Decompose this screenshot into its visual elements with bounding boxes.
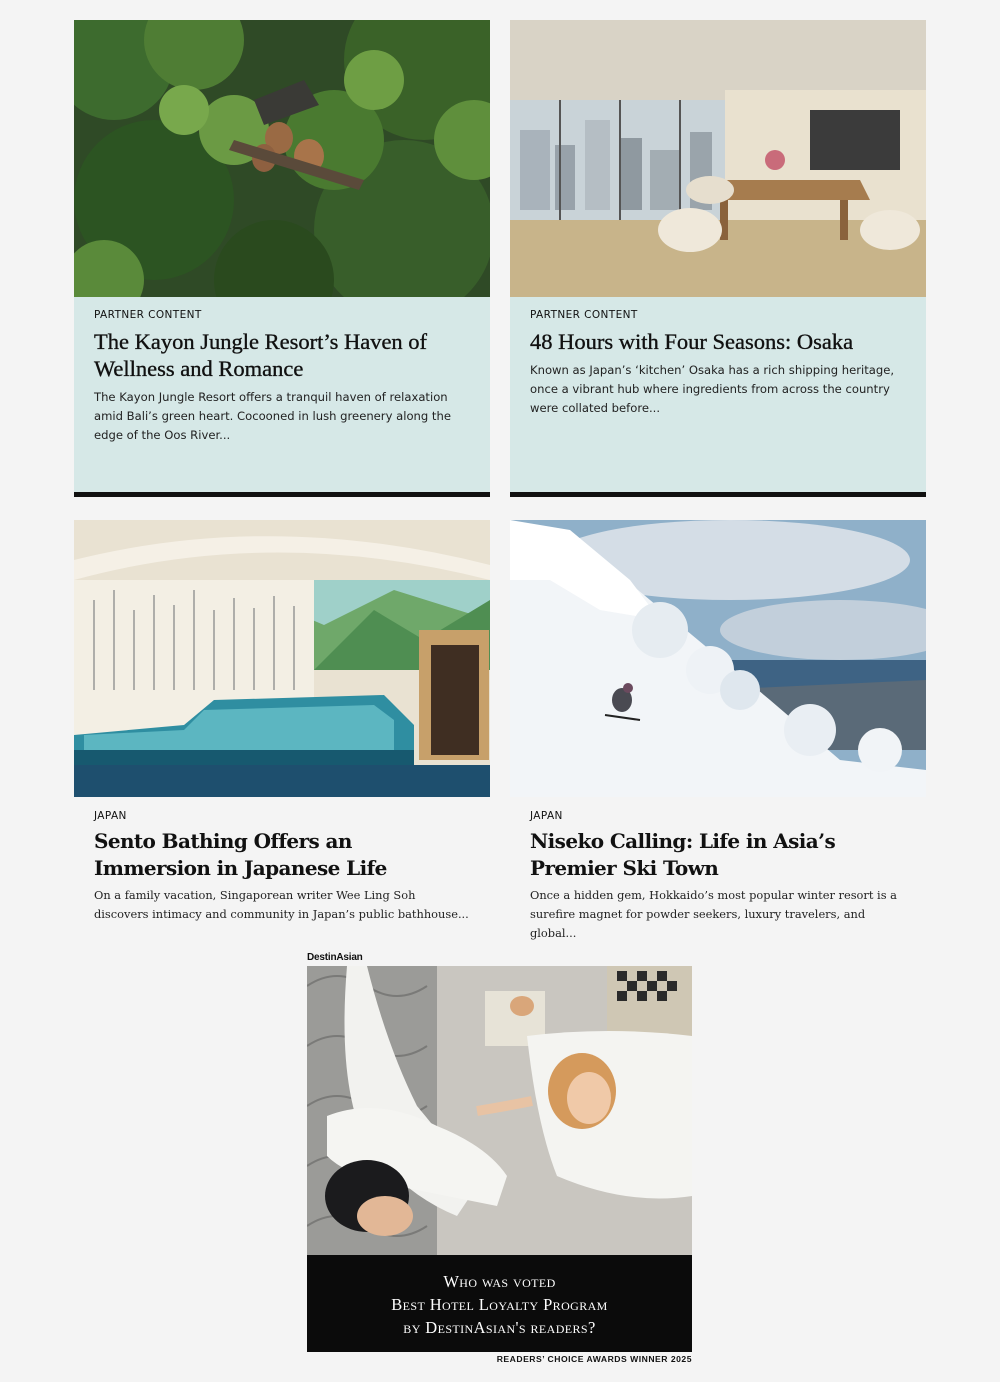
- ad-footer: READERS’ CHOICE AWARDS WINNER 2025: [496, 1354, 692, 1364]
- advertisement[interactable]: DestinAsian Who was voted Best Hotel Loy…: [307, 952, 692, 1364]
- article-image-jungle-resort[interactable]: [74, 20, 490, 297]
- ad-caption-line: Who was voted: [443, 1272, 556, 1291]
- article-image-hotel-room[interactable]: [510, 20, 926, 297]
- article-card-body: PARTNER CONTENT 48 Hours with Four Seaso…: [510, 297, 926, 497]
- article-card-kayon[interactable]: PARTNER CONTENT The Kayon Jungle Resort’…: [74, 20, 490, 497]
- article-kicker[interactable]: JAPAN: [530, 810, 906, 822]
- article-title[interactable]: 48 Hours with Four Seasons: Osaka: [530, 328, 906, 355]
- ad-caption-line: by DestinAsian's readers?: [403, 1318, 596, 1337]
- article-kicker[interactable]: JAPAN: [94, 810, 470, 822]
- article-kicker[interactable]: PARTNER CONTENT: [94, 309, 470, 321]
- article-title[interactable]: Niseko Calling: Life in Asia’s Premier S…: [530, 828, 906, 882]
- article-kicker[interactable]: PARTNER CONTENT: [530, 309, 906, 321]
- article-card-sento[interactable]: JAPAN Sento Bathing Offers an Immersion …: [74, 520, 490, 924]
- ad-caption[interactable]: Who was voted Best Hotel Loyalty Program…: [307, 1255, 692, 1352]
- article-card-body: JAPAN Niseko Calling: Life in Asia’s Pre…: [510, 797, 926, 943]
- article-description: On a family vacation, Singaporean writer…: [94, 888, 469, 921]
- article-image-skier[interactable]: [510, 520, 926, 797]
- ad-brand-logo: DestinAsian: [307, 952, 363, 963]
- article-card-body: PARTNER CONTENT The Kayon Jungle Resort’…: [74, 297, 490, 497]
- ad-image[interactable]: Who was voted Best Hotel Loyalty Program…: [307, 966, 692, 1352]
- article-description: Once a hidden gem, Hokkaido’s most popul…: [530, 888, 897, 940]
- article-image-bathhouse[interactable]: [74, 520, 490, 797]
- article-description: The Kayon Jungle Resort offers a tranqui…: [94, 390, 451, 442]
- article-card-niseko[interactable]: JAPAN Niseko Calling: Life in Asia’s Pre…: [510, 520, 926, 943]
- article-description: Known as Japan’s ‘kitchen’ Osaka has a r…: [530, 363, 895, 415]
- article-card-osaka[interactable]: PARTNER CONTENT 48 Hours with Four Seaso…: [510, 20, 926, 497]
- article-title[interactable]: The Kayon Jungle Resort’s Haven of Welln…: [94, 328, 470, 382]
- ad-caption-line: Best Hotel Loyalty Program: [391, 1295, 608, 1314]
- article-card-body: JAPAN Sento Bathing Offers an Immersion …: [74, 797, 490, 924]
- article-title[interactable]: Sento Bathing Offers an Immersion in Jap…: [94, 828, 470, 882]
